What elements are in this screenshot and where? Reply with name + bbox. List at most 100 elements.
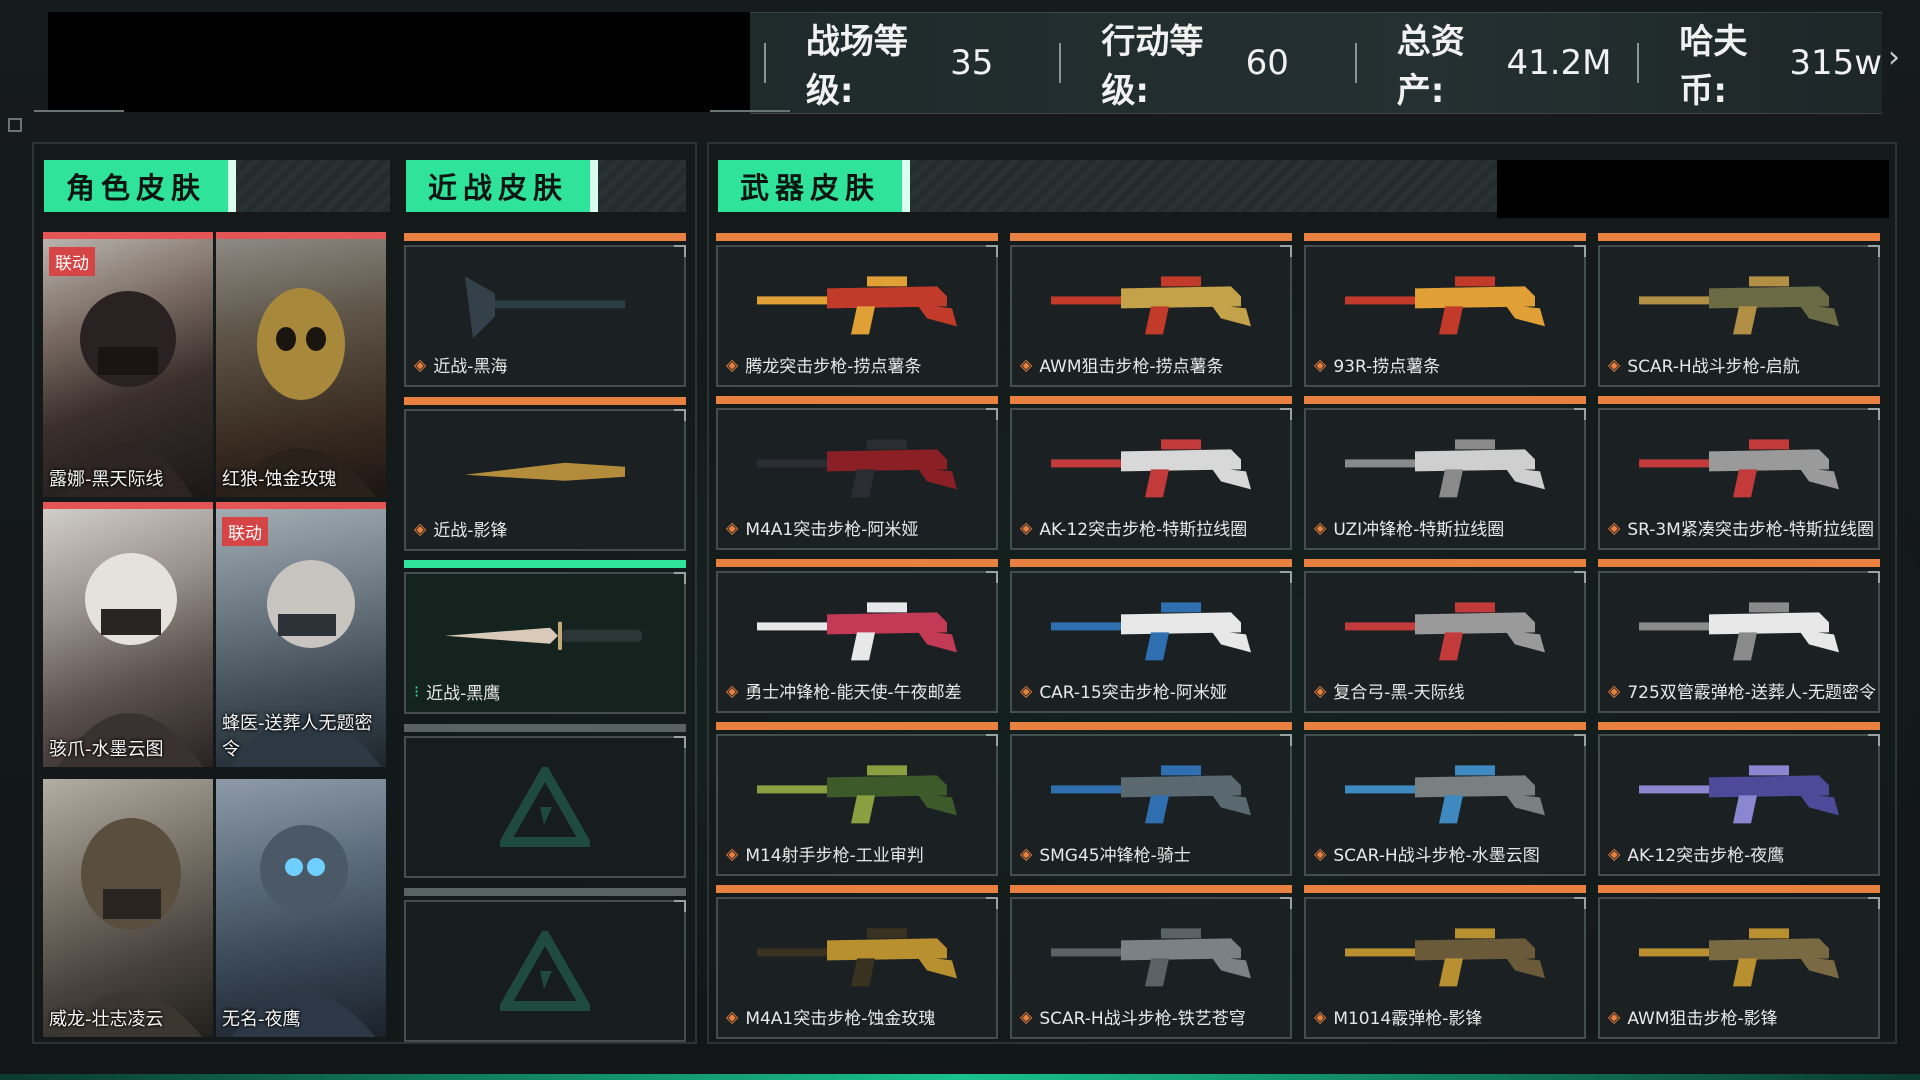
tile-frame: ⁝ 近战-黑鹰 — [404, 572, 686, 714]
weapon-tile[interactable]: ◈ SCAR-H战斗步枪-铁艺苍穹 — [1010, 885, 1292, 1039]
character-portrait — [216, 779, 386, 1037]
character-figure-icon — [231, 825, 376, 1037]
character-tile[interactable]: 联动 露娜-黑天际线 — [43, 232, 213, 497]
item-name: 近战-影锋 — [433, 521, 508, 541]
weapon-tile[interactable]: ◈ CAR-15突击步枪-阿米娅 — [1010, 559, 1292, 713]
rarity-bar — [404, 233, 686, 241]
tile-frame: ◈ 93R-捞点薯条 — [1304, 245, 1586, 387]
item-name: 勇士冲锋枪-能天使-午夜邮差 — [745, 683, 962, 703]
item-name: M14射手步枪-工业审判 — [745, 846, 924, 866]
item-label: ◈ M4A1突击步枪-蚀金玫瑰 — [726, 1004, 935, 1029]
weapon-tile[interactable]: ◈ SMG45冲锋枪-骑士 — [1010, 722, 1292, 876]
dagger-icon — [445, 621, 642, 650]
item-label: ◈ 勇士冲锋枪-能天使-午夜邮差 — [726, 678, 962, 703]
item-label: ◈ 近战-黑海 — [414, 352, 507, 377]
stat-divider — [1354, 43, 1357, 83]
character-tile[interactable]: 联动 蜂医-送葬人无题密令 — [216, 502, 386, 767]
item-name: SCAR-H战斗步枪-铁艺苍穹 — [1039, 1009, 1246, 1029]
weapon-icon — [1345, 439, 1545, 498]
section-title: 角色皮肤 — [44, 160, 237, 212]
tile-frame: ◈ SCAR-H战斗步枪-水墨云图 — [1304, 734, 1586, 876]
weapon-tile[interactable]: ◈ SR-3M紧凑突击步枪-特斯拉线圈 — [1598, 396, 1880, 550]
character-tile[interactable]: 骇爪-水墨云图 — [43, 502, 213, 767]
item-label: ◈ AK-12突击步枪-特斯拉线圈 — [1020, 515, 1247, 540]
melee-tile[interactable]: ◈ 近战-影锋 — [404, 397, 686, 551]
weapon-icon — [1051, 765, 1251, 824]
rarity-bar — [716, 559, 998, 567]
item-label: ⁝ 近战-黑鹰 — [414, 679, 500, 704]
tile-frame: ◈ 腾龙突击步枪-捞点薯条 — [716, 245, 998, 387]
weapon-tile[interactable]: ◈ UZI冲锋枪-特斯拉线圈 — [1304, 396, 1586, 550]
weapon-tile[interactable]: ◈ AK-12突击步枪-特斯拉线圈 — [1010, 396, 1292, 550]
weapon-icon — [757, 439, 957, 498]
weapon-tile[interactable]: ◈ M4A1突击步枪-蚀金玫瑰 — [716, 885, 998, 1039]
header-fill — [910, 160, 1498, 212]
rarity-diamond-icon: ◈ — [726, 681, 739, 700]
character-tile[interactable]: 红狼-蚀金玫瑰 — [216, 232, 386, 497]
weapon-tile[interactable]: ◈ SCAR-H战斗步枪-启航 — [1598, 233, 1880, 387]
weapon-tile[interactable]: ◈ M14射手步枪-工业审判 — [716, 722, 998, 876]
divider — [34, 110, 124, 112]
weapon-tile[interactable]: ◈ AK-12突击步枪-夜鹰 — [1598, 722, 1880, 876]
weapon-tile[interactable]: ◈ 勇士冲锋枪-能天使-午夜邮差 — [716, 559, 998, 713]
item-name: 复合弓-黑-天际线 — [1333, 683, 1465, 703]
character-tile[interactable]: 无名-夜鹰 — [216, 772, 386, 1037]
weapon-tile[interactable]: ◈ M4A1突击步枪-阿米娅 — [716, 396, 998, 550]
chevron-right-icon[interactable]: › — [1888, 40, 1900, 75]
rarity-bar — [1304, 885, 1586, 893]
tile-frame — [404, 900, 686, 1042]
rarity-bar — [716, 396, 998, 404]
rarity-bar — [1598, 559, 1880, 567]
tile-frame: ◈ 勇士冲锋枪-能天使-午夜邮差 — [716, 571, 998, 713]
rarity-diamond-icon: ◈ — [726, 1007, 739, 1026]
item-label: ◈ AWM狙击步枪-捞点薯条 — [1020, 352, 1224, 377]
rarity-diamond-icon: ◈ — [1314, 1007, 1327, 1026]
item-label: ◈ M1014霰弹枪-影锋 — [1314, 1004, 1482, 1029]
rarity-diamond-icon: ◈ — [1020, 681, 1033, 700]
rarity-diamond-icon: ◈ — [1020, 844, 1033, 863]
stat-label: 行动等级: — [1101, 22, 1204, 111]
item-name: M4A1突击步枪-阿米娅 — [745, 520, 919, 540]
stat-divider — [1059, 43, 1062, 83]
weapon-icon — [1639, 602, 1839, 661]
rarity-bar — [716, 722, 998, 730]
weapon-tile[interactable]: ◈ 腾龙突击步枪-捞点薯条 — [716, 233, 998, 387]
item-name: 腾龙突击步枪-捞点薯条 — [745, 357, 922, 377]
item-label: ◈ AK-12突击步枪-夜鹰 — [1608, 841, 1784, 866]
rarity-diamond-icon: ◈ — [414, 519, 427, 538]
item-label: ◈ SCAR-H战斗步枪-启航 — [1608, 352, 1800, 377]
rarity-diamond-icon: ◈ — [1314, 518, 1327, 537]
rarity-bar — [404, 888, 686, 896]
weapon-tile[interactable]: ◈ AWM狙击步枪-影锋 — [1598, 885, 1880, 1039]
tile-frame: ◈ SCAR-H战斗步枪-铁艺苍穹 — [1010, 897, 1292, 1039]
weapon-tile[interactable]: ◈ SCAR-H战斗步枪-水墨云图 — [1304, 722, 1586, 876]
redacted-profile-area — [48, 12, 750, 112]
character-name: 红狼-蚀金玫瑰 — [222, 469, 337, 490]
stat-value: 35 — [950, 43, 994, 83]
stat-total-assets: 总资产: 41.2M — [1341, 13, 1611, 113]
weapon-icon — [757, 928, 957, 987]
weapon-tile[interactable]: ◈ M1014霰弹枪-影锋 — [1304, 885, 1586, 1039]
weapon-tile[interactable]: ◈ 复合弓-黑-天际线 — [1304, 559, 1586, 713]
tile-frame: ◈ SCAR-H战斗步枪-启航 — [1598, 245, 1880, 387]
weapon-icon — [1051, 439, 1251, 498]
rarity-diamond-icon: ◈ — [1020, 518, 1033, 537]
rarity-bar — [404, 560, 686, 568]
bottom-accent-line — [0, 1074, 1920, 1080]
weapon-icon — [1051, 602, 1251, 661]
rarity-bar — [1598, 885, 1880, 893]
rarity-diamond-icon: ◈ — [1020, 355, 1033, 374]
weapon-tile[interactable]: ◈ 725双管霰弹枪-送葬人-无题密令 — [1598, 559, 1880, 713]
rarity-bar — [1304, 559, 1586, 567]
weapon-tile[interactable]: ◈ 93R-捞点薯条 — [1304, 233, 1586, 387]
header-fill — [598, 160, 686, 212]
character-name: 威龙-壮志凌云 — [49, 1009, 164, 1030]
tile-frame — [404, 736, 686, 878]
delta-logo-icon — [500, 931, 590, 1011]
melee-tile[interactable]: ◈ 近战-黑海 — [404, 233, 686, 387]
rarity-diamond-icon: ◈ — [1608, 1007, 1621, 1026]
character-tile[interactable]: 威龙-壮志凌云 — [43, 772, 213, 1037]
tile-frame: ◈ AWM狙击步枪-影锋 — [1598, 897, 1880, 1039]
weapon-tile[interactable]: ◈ AWM狙击步枪-捞点薯条 — [1010, 233, 1292, 387]
melee-tile[interactable]: ⁝ 近战-黑鹰 — [404, 560, 686, 714]
